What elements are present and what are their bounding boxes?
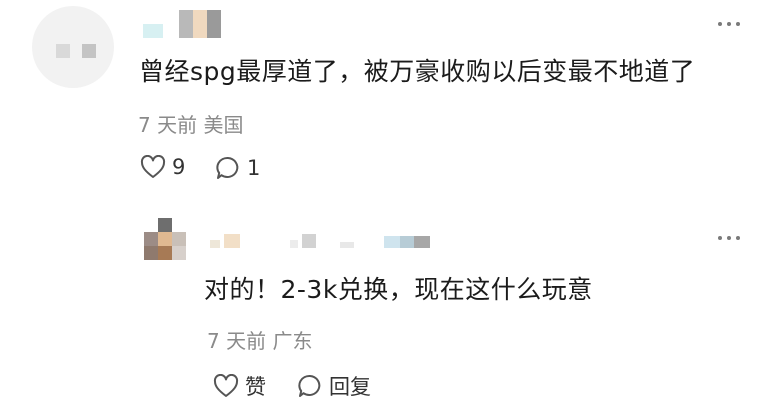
reply-meta: 7 天前 广东 <box>207 325 312 354</box>
like-count: 9 <box>172 155 186 179</box>
reply-location: 广东 <box>272 329 313 353</box>
more-dots-icon[interactable] <box>718 22 740 26</box>
comment-bubble-icon <box>216 157 239 179</box>
comment-text: 曾经spg最厚道了，被万豪收购以后变最不地道了 <box>139 57 696 86</box>
comment-meta: 7 天前 美国 <box>138 109 243 138</box>
comment-location: 美国 <box>203 113 244 137</box>
reply-time: 7 天前 <box>207 329 267 353</box>
comment-author-name[interactable] <box>143 10 233 38</box>
reply-count-button[interactable]: 1 <box>215 155 260 181</box>
like-button[interactable]: 9 <box>140 155 185 179</box>
reply-like-label: 赞 <box>245 375 266 399</box>
reply-author-name[interactable] <box>210 232 440 250</box>
reply-like-button[interactable]: 赞 <box>213 371 266 401</box>
reply-avatar[interactable] <box>144 218 190 260</box>
heart-icon <box>140 155 166 178</box>
reply-count: 1 <box>247 156 261 180</box>
reply-text: 对的！2-3k兑换，现在这什么玩意 <box>204 275 593 304</box>
comment-bubble-icon <box>298 375 321 397</box>
heart-icon <box>213 374 239 397</box>
reply-reply-label: 回复 <box>329 375 371 399</box>
reply-reply-button[interactable]: 回复 <box>297 371 371 401</box>
reply-more-dots-icon[interactable] <box>718 236 740 240</box>
comment-avatar[interactable] <box>32 6 114 88</box>
comment-time: 7 天前 <box>138 113 198 137</box>
